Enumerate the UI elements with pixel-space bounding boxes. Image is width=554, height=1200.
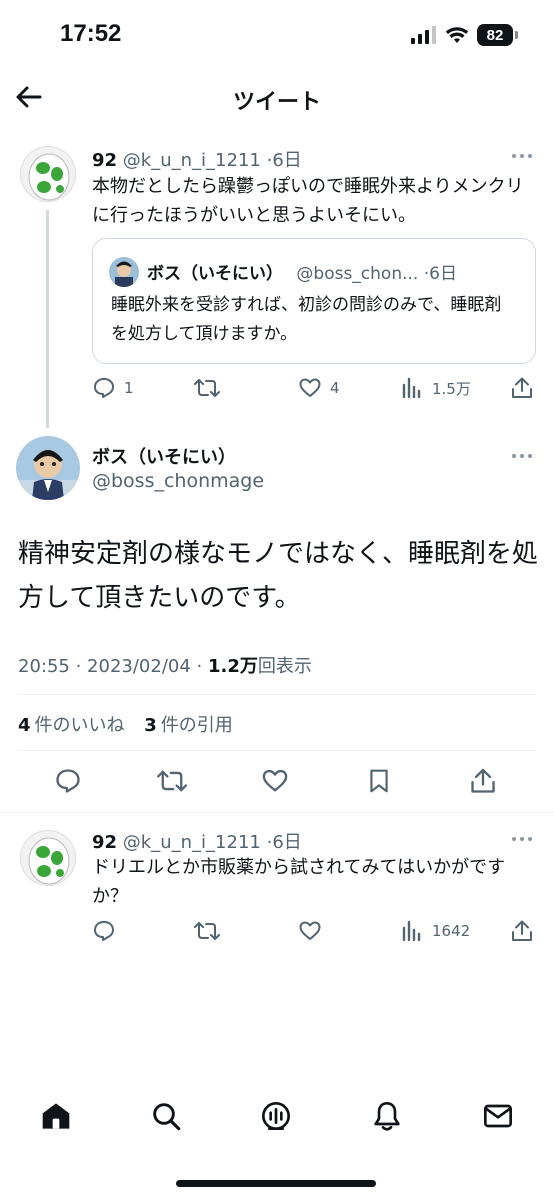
reply-retweet-button[interactable] <box>194 919 220 943</box>
reply-author-name[interactable]: 92 <box>92 832 117 853</box>
reply-icon <box>92 376 116 400</box>
view-count: 1.2万 <box>207 656 258 677</box>
quotes-stat[interactable]: 3 件の引用 <box>144 715 233 736</box>
home-indicator[interactable] <box>176 1180 376 1187</box>
status-icons: 82 <box>411 24 518 46</box>
reply-reply-button[interactable] <box>92 919 116 943</box>
main-reply-icon[interactable] <box>54 767 82 795</box>
retweet-button[interactable] <box>194 376 220 400</box>
main-author-name[interactable]: ボス（いそにい） <box>92 443 236 469</box>
views-button[interactable]: 1.5万 <box>400 376 471 400</box>
like-button[interactable]: 4 <box>298 376 340 400</box>
author-name[interactable]: 92 <box>92 150 117 171</box>
messages-icon[interactable] <box>482 1100 514 1132</box>
quote-age: ·6日 <box>423 264 457 284</box>
share-icon <box>510 376 534 400</box>
status-time: 17:52 <box>60 20 122 47</box>
parent-tweet-text: 本物だとしたら躁鬱っぽいので睡眠外来よりメンクリに行ったほうがいいと思うよいそに… <box>92 176 524 226</box>
quote-author-handle: @boss_chon... <box>296 264 419 284</box>
home-icon[interactable] <box>40 1100 72 1132</box>
main-tweet-text: 精神安定剤の様なモノではなく、睡眠剤を処方して頂きたいのです。 <box>18 539 539 613</box>
battery-cap <box>515 31 518 39</box>
likes-stat-label: 件のいいね <box>34 715 125 736</box>
reply-share-button[interactable] <box>510 919 534 943</box>
quote-avatar <box>109 257 139 287</box>
quotes-stat-count: 3 <box>144 715 157 736</box>
parent-name-row: 92 @k_u_n_i_1211 ·6日 <box>92 146 302 172</box>
reply-views-count: 1642 <box>432 922 471 940</box>
tweet-meta: 20:55 · 2023/02/04 · 1.2万回表示 <box>18 652 312 678</box>
like-count: 4 <box>330 379 340 397</box>
main-author-name-text: ボス（いそにい） <box>92 447 236 468</box>
signal-icon <box>411 26 437 44</box>
wifi-icon <box>445 26 469 44</box>
spaces-icon[interactable] <box>260 1100 292 1132</box>
battery-level: 82 <box>477 24 513 46</box>
reply-button[interactable]: 1 <box>92 376 134 400</box>
thread-line <box>46 210 49 428</box>
notifications-icon[interactable] <box>371 1100 403 1132</box>
divider <box>0 812 554 813</box>
heart-icon <box>298 919 322 943</box>
reply-like-button[interactable] <box>298 919 322 943</box>
avatar-92-reply[interactable] <box>20 830 76 886</box>
main-retweet-icon[interactable] <box>157 767 187 795</box>
author-handle[interactable]: @k_u_n_i_1211 <box>123 150 261 171</box>
quote-author-name: ボス（いそにい） <box>147 264 283 284</box>
likes-stat-count: 4 <box>18 715 31 736</box>
more-icon[interactable] <box>512 452 536 460</box>
main-share-icon[interactable] <box>469 767 497 795</box>
view-label: 回表示 <box>257 656 312 677</box>
divider <box>18 694 536 695</box>
quoted-tweet[interactable]: ボス（いそにい） @boss_chon... ·6日 睡眠外来を受診すれば、初診… <box>92 238 536 364</box>
bottom-nav <box>0 1092 554 1142</box>
tweet-timestamp: 20:55 · 2023/02/04 · <box>18 656 208 677</box>
main-heart-icon[interactable] <box>261 767 289 795</box>
quotes-stat-label: 件の引用 <box>160 715 233 736</box>
heart-icon <box>298 376 322 400</box>
divider <box>18 750 536 751</box>
more-icon[interactable] <box>512 835 536 843</box>
main-author-handle[interactable]: @boss_chonmage <box>92 470 264 492</box>
views-count: 1.5万 <box>432 379 471 398</box>
bookmark-icon[interactable] <box>366 767 392 795</box>
main-avatar[interactable] <box>16 436 80 500</box>
reply-name-row: 92 @k_u_n_i_1211 ·6日 <box>92 828 302 854</box>
quote-text: 睡眠外来を受診すれば、初診の問診のみで、睡眠剤を処方して頂けますか。 <box>111 295 502 344</box>
reply-icon <box>92 919 116 943</box>
search-icon[interactable] <box>150 1100 182 1132</box>
reply-views-button[interactable]: 1642 <box>400 919 470 943</box>
tweet-age: ·6日 <box>266 150 302 171</box>
share-icon <box>510 919 534 943</box>
more-icon[interactable] <box>512 152 536 160</box>
likes-stat[interactable]: 4 件のいいね <box>18 715 125 736</box>
retweet-icon <box>194 376 220 400</box>
quote-name-row: ボス（いそにい） @boss_chon... ·6日 <box>147 259 457 284</box>
views-icon <box>400 919 424 943</box>
views-icon <box>400 376 424 400</box>
reply-age: ·6日 <box>266 832 302 853</box>
engagement-stats: 4 件のいいね 3 件の引用 <box>18 711 233 737</box>
avatar-92[interactable] <box>20 146 76 202</box>
reply-author-handle[interactable]: @k_u_n_i_1211 <box>123 832 261 853</box>
reply-tweet-text: ドリエルとか市販薬から試されてみてはいかがですか？ <box>92 857 506 907</box>
page-title: ツイート <box>232 90 321 115</box>
retweet-icon <box>194 919 220 943</box>
share-button[interactable] <box>510 376 534 400</box>
reply-count: 1 <box>124 379 134 397</box>
